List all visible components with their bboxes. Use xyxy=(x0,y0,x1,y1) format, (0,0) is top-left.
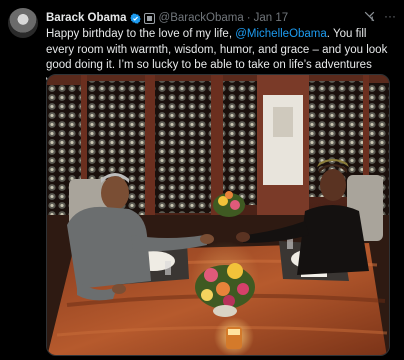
tweet-header: Barack Obama @BarackObama · Jan 17 ··· xyxy=(46,8,396,28)
mention-link[interactable]: @MichelleObama xyxy=(235,28,327,40)
government-badge-icon xyxy=(143,12,155,24)
header-actions: ··· xyxy=(363,9,396,23)
tweet-date[interactable]: Jan 17 xyxy=(254,12,289,24)
tweet[interactable]: Barack Obama @BarackObama · Jan 17 ··· H… xyxy=(0,0,404,360)
author-name[interactable]: Barack Obama xyxy=(46,12,127,24)
header-separator: · xyxy=(246,12,251,24)
avatar[interactable] xyxy=(8,8,38,38)
grok-icon[interactable] xyxy=(363,10,376,23)
tweet-text-start: Happy birthday to the love of my life, xyxy=(46,28,236,40)
photo-illustration xyxy=(47,75,389,355)
verified-badge-icon[interactable] xyxy=(129,13,141,24)
author-handle[interactable]: @BarackObama xyxy=(159,12,244,24)
tweet-photo[interactable] xyxy=(46,74,390,356)
more-icon[interactable]: ··· xyxy=(384,9,396,23)
